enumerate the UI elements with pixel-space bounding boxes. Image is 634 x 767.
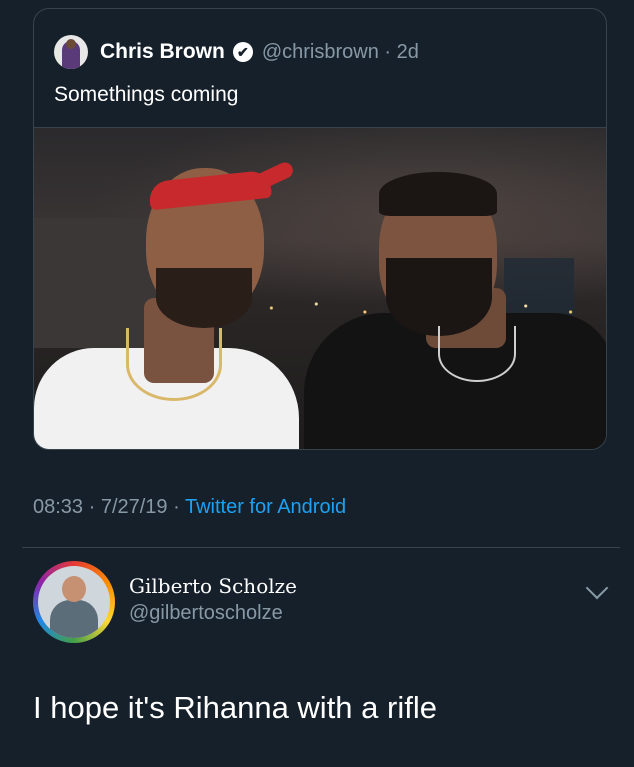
tweet-source-link[interactable]: Twitter for Android: [185, 496, 346, 518]
reply-avatar-photo: [38, 566, 110, 638]
author-avatar[interactable]: [54, 35, 88, 69]
reply-author-handle[interactable]: @gilbertoscholze: [129, 602, 283, 625]
reply-author-name[interactable]: Gilberto Scholze: [129, 574, 297, 598]
reply-avatar-head: [62, 576, 86, 602]
tweet-timestamp[interactable]: 08:33 · 7/27/19 ·: [33, 496, 185, 518]
person-right-beard: [386, 258, 492, 336]
author-handle-time: @chrisbrown · 2d: [261, 40, 419, 63]
author-name[interactable]: Chris Brown: [100, 40, 225, 64]
person-right-hair: [379, 172, 497, 216]
quoted-tweet-text: Somethings coming: [54, 83, 239, 106]
quoted-tweet-header: Chris Brown ✔ @chrisbrown · 2d: [54, 35, 419, 69]
chevron-down-icon[interactable]: [585, 576, 609, 600]
person-right-chain: [438, 326, 516, 382]
tweet-timestamp-line: 08:33 · 7/27/19 · Twitter for Android: [33, 496, 346, 519]
person-left-beard: [156, 268, 252, 328]
reply-author-avatar[interactable]: [33, 561, 115, 643]
verified-badge-icon: ✔: [232, 42, 253, 62]
person-left-chain: [126, 328, 222, 401]
reply-avatar-body: [50, 600, 98, 638]
avatar-head: [66, 39, 76, 49]
reply-text: I hope it's Rihanna with a rifle: [33, 690, 437, 725]
quoted-tweet-card[interactable]: Chris Brown ✔ @chrisbrown · 2d Something…: [33, 8, 607, 450]
tweet-photo[interactable]: [34, 127, 606, 449]
divider: [22, 547, 620, 548]
